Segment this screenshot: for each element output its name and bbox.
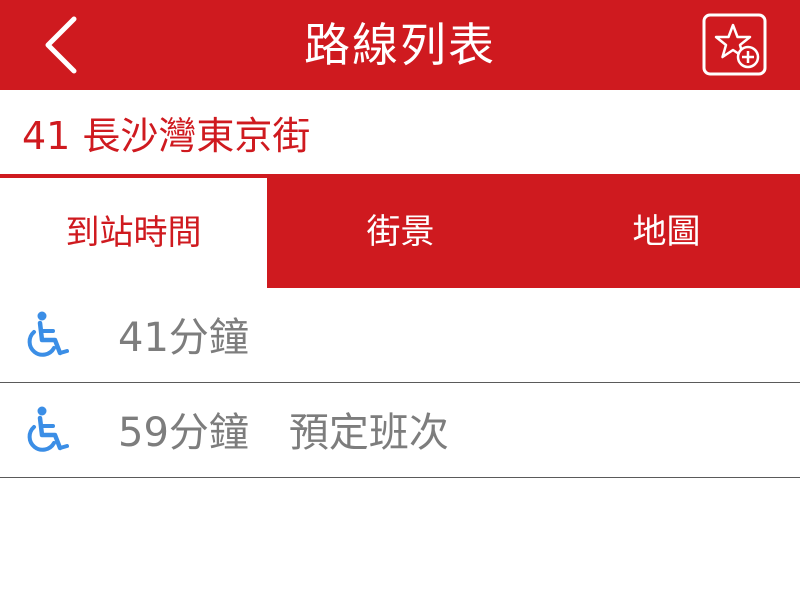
wheelchair-icon xyxy=(27,406,69,452)
tab-arrival-time[interactable]: 到站時間 xyxy=(0,178,267,288)
tab-bar: 到站時間 街景 地圖 xyxy=(0,174,800,288)
app-header: 路線列表 xyxy=(0,0,800,90)
route-label: 41 長沙灣東京街 xyxy=(22,114,311,158)
arrival-text: 59分鐘 預定班次 xyxy=(118,410,449,456)
back-button[interactable] xyxy=(30,15,90,75)
arrival-row[interactable]: 41分鐘 xyxy=(0,288,800,383)
arrival-text: 41分鐘 xyxy=(118,315,249,361)
chevron-left-icon xyxy=(45,16,77,74)
tab-street-view[interactable]: 街景 xyxy=(267,174,534,288)
route-bar: 41 長沙灣東京街 xyxy=(0,90,800,174)
tab-map[interactable]: 地圖 xyxy=(533,174,800,288)
wheelchair-icon xyxy=(27,311,69,357)
star-add-icon xyxy=(702,13,767,76)
add-favorite-button[interactable] xyxy=(702,13,767,76)
page-title: 路線列表 xyxy=(304,18,496,72)
arrival-row[interactable]: 59分鐘 預定班次 xyxy=(0,383,800,478)
